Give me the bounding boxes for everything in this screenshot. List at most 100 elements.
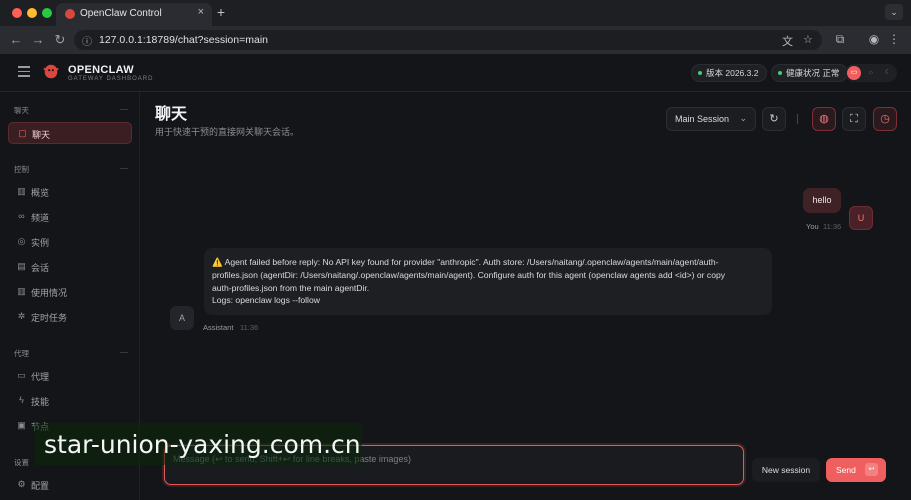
browser-tab-bar: OpenClaw Control × + ⌄ xyxy=(0,0,911,26)
sidebar-group-settings: 设置 xyxy=(14,458,29,467)
theme-light-icon[interactable]: ☼ xyxy=(864,66,878,80)
maximize-window-button[interactable] xyxy=(42,8,52,18)
refresh-icon: ↻ xyxy=(769,113,779,125)
monitor-icon: ▣ xyxy=(17,420,26,430)
refresh-button[interactable]: ↻ xyxy=(762,107,786,131)
new-tab-button[interactable]: + xyxy=(214,4,228,20)
sidebar-item-instances[interactable]: ◎ 实例 xyxy=(8,231,132,253)
bookmark-star-icon[interactable]: ☆ xyxy=(803,33,813,46)
status-dot-icon xyxy=(778,71,782,75)
thinking-toggle-button[interactable]: ◍ xyxy=(812,107,836,131)
translate-icon[interactable]: 文 xyxy=(782,33,793,49)
user-avatar: U xyxy=(849,206,873,230)
theme-system-icon[interactable]: ▭ xyxy=(847,66,861,80)
theme-switcher: ▭ ☼ ☾ xyxy=(845,64,897,82)
link-icon: ∞ xyxy=(18,211,25,221)
send-button[interactable]: Send ↩ xyxy=(826,458,886,482)
sidebar-item-scheduled-tasks[interactable]: ✲ 定时任务 xyxy=(8,306,132,328)
health-text: 健康状况 正常 xyxy=(786,68,840,78)
assistant-error-bubble: ⚠️ Agent failed before reply: No API key… xyxy=(204,248,772,315)
app-header: OPENCLAW GATEWAY DASHBOARD 版本 2026.3.2 健… xyxy=(0,54,911,92)
error-line: ⚠️ Agent failed before reply: No API key… xyxy=(212,257,719,267)
clock-icon: ◷ xyxy=(880,113,890,125)
message-author: You xyxy=(806,222,819,231)
close-window-button[interactable] xyxy=(12,8,22,18)
toolbar-divider xyxy=(797,114,798,124)
sidebar-item-label: 代理 xyxy=(31,372,50,382)
message-timestamp: 11:36 xyxy=(240,323,259,332)
sidebar-item-label: 定时任务 xyxy=(31,313,68,323)
health-pill: 健康状况 正常 xyxy=(771,64,849,82)
openclaw-favicon-icon xyxy=(65,9,75,19)
sidebar-item-label: 会话 xyxy=(31,263,50,273)
radio-icon: ◎ xyxy=(17,236,26,246)
sidebar-item-skills[interactable]: ϟ 技能 xyxy=(8,390,132,412)
brand-subtitle: GATEWAY DASHBOARD xyxy=(68,76,154,82)
focus-icon: ⛶ xyxy=(850,113,858,125)
sidebar-item-label: 频道 xyxy=(31,213,50,223)
settings-icon: ⚙ xyxy=(17,479,26,489)
enter-key-icon: ↩ xyxy=(865,463,878,476)
new-session-button[interactable]: New session xyxy=(752,458,820,482)
error-line: profiles.json (agentDir: /Users/naitang/… xyxy=(212,269,726,280)
version-pill: 版本 2026.3.2 xyxy=(691,64,768,82)
sidebar-item-agents[interactable]: ▭ 代理 xyxy=(8,365,132,387)
brand-name: OPENCLAW xyxy=(68,64,134,76)
brain-icon: ◍ xyxy=(819,113,829,125)
message-timestamp: 11:36 xyxy=(823,222,842,231)
collapse-line-icon xyxy=(120,352,128,353)
browser-menu-icon[interactable]: ⋮ xyxy=(886,32,902,46)
minimize-window-button[interactable] xyxy=(27,8,37,18)
bar-chart-icon: ▥ xyxy=(17,186,26,196)
sidebar-item-label: 实例 xyxy=(31,238,50,248)
forward-arrow-icon[interactable]: → xyxy=(30,32,46,48)
user-message-bubble: hello xyxy=(803,188,841,213)
menu-toggle-icon[interactable] xyxy=(18,66,30,77)
focus-mode-button[interactable]: ⛶ xyxy=(842,107,866,131)
sidebar-item-sessions[interactable]: ▤ 会话 xyxy=(8,256,132,278)
session-select-value: Main Session xyxy=(675,114,730,124)
error-line: Logs: openclaw logs --follow xyxy=(212,295,320,306)
session-select[interactable]: Main Session ⌄ xyxy=(666,107,756,131)
sidebar-group-control: 控制 xyxy=(14,165,29,174)
theme-dark-icon[interactable]: ☾ xyxy=(881,66,895,80)
tab-title: OpenClaw Control xyxy=(80,8,162,19)
loader-icon: ✲ xyxy=(17,311,26,321)
reload-icon[interactable]: ↻ xyxy=(52,32,68,48)
address-bar[interactable]: ⓘ 127.0.0.1:18789/chat?session=main 文 ☆ xyxy=(74,30,822,50)
profile-icon[interactable]: ◉ xyxy=(866,32,882,46)
extensions-icon[interactable]: ⧉ xyxy=(832,32,848,47)
sidebar-item-config[interactable]: ⚙ 配置 xyxy=(8,474,132,496)
message-icon: ▢ xyxy=(18,128,27,138)
openclaw-logo-icon xyxy=(43,64,59,79)
sidebar-item-overview[interactable]: ▥ 概览 xyxy=(8,181,132,203)
sidebar-group-agents: 代理 xyxy=(14,349,29,358)
message-author: Assistant xyxy=(203,323,234,332)
watermark-overlay: star-union-yaxing.com.cn xyxy=(34,423,362,465)
sidebar-item-chat[interactable]: ▢ 聊天 xyxy=(8,122,132,144)
collapse-line-icon xyxy=(120,168,128,169)
browser-toolbar: ← → ↻ ⓘ 127.0.0.1:18789/chat?session=mai… xyxy=(0,26,911,54)
url-text: 127.0.0.1:18789/chat?session=main xyxy=(99,34,268,46)
site-info-icon[interactable]: ⓘ xyxy=(82,33,92,48)
browser-tab[interactable]: OpenClaw Control × xyxy=(56,3,212,26)
history-button[interactable]: ◷ xyxy=(873,107,897,131)
assistant-avatar: A xyxy=(170,306,194,330)
version-text: 版本 2026.3.2 xyxy=(706,68,759,78)
chevron-down-icon: ⌄ xyxy=(739,113,747,123)
tab-close-icon[interactable]: × xyxy=(198,6,204,18)
sidebar-item-label: 聊天 xyxy=(32,130,51,140)
sidebar-group-chat: 聊天 xyxy=(14,106,29,115)
sidebar-item-label: 配置 xyxy=(31,481,50,491)
back-arrow-icon[interactable]: ← xyxy=(8,32,24,48)
sidebar-item-label: 使用情况 xyxy=(31,288,68,298)
status-dot-icon xyxy=(698,71,702,75)
sidebar-item-usage[interactable]: ▥ 使用情况 xyxy=(8,281,132,303)
zap-icon: ϟ xyxy=(19,395,24,405)
bar-chart-icon: ▥ xyxy=(17,286,26,296)
page-title: 聊天 xyxy=(155,106,188,123)
tab-search-chevron-icon[interactable]: ⌄ xyxy=(885,4,903,20)
sidebar-item-channels[interactable]: ∞ 频道 xyxy=(8,206,132,228)
collapse-line-icon xyxy=(120,109,128,110)
sidebar-item-label: 概览 xyxy=(31,188,50,198)
